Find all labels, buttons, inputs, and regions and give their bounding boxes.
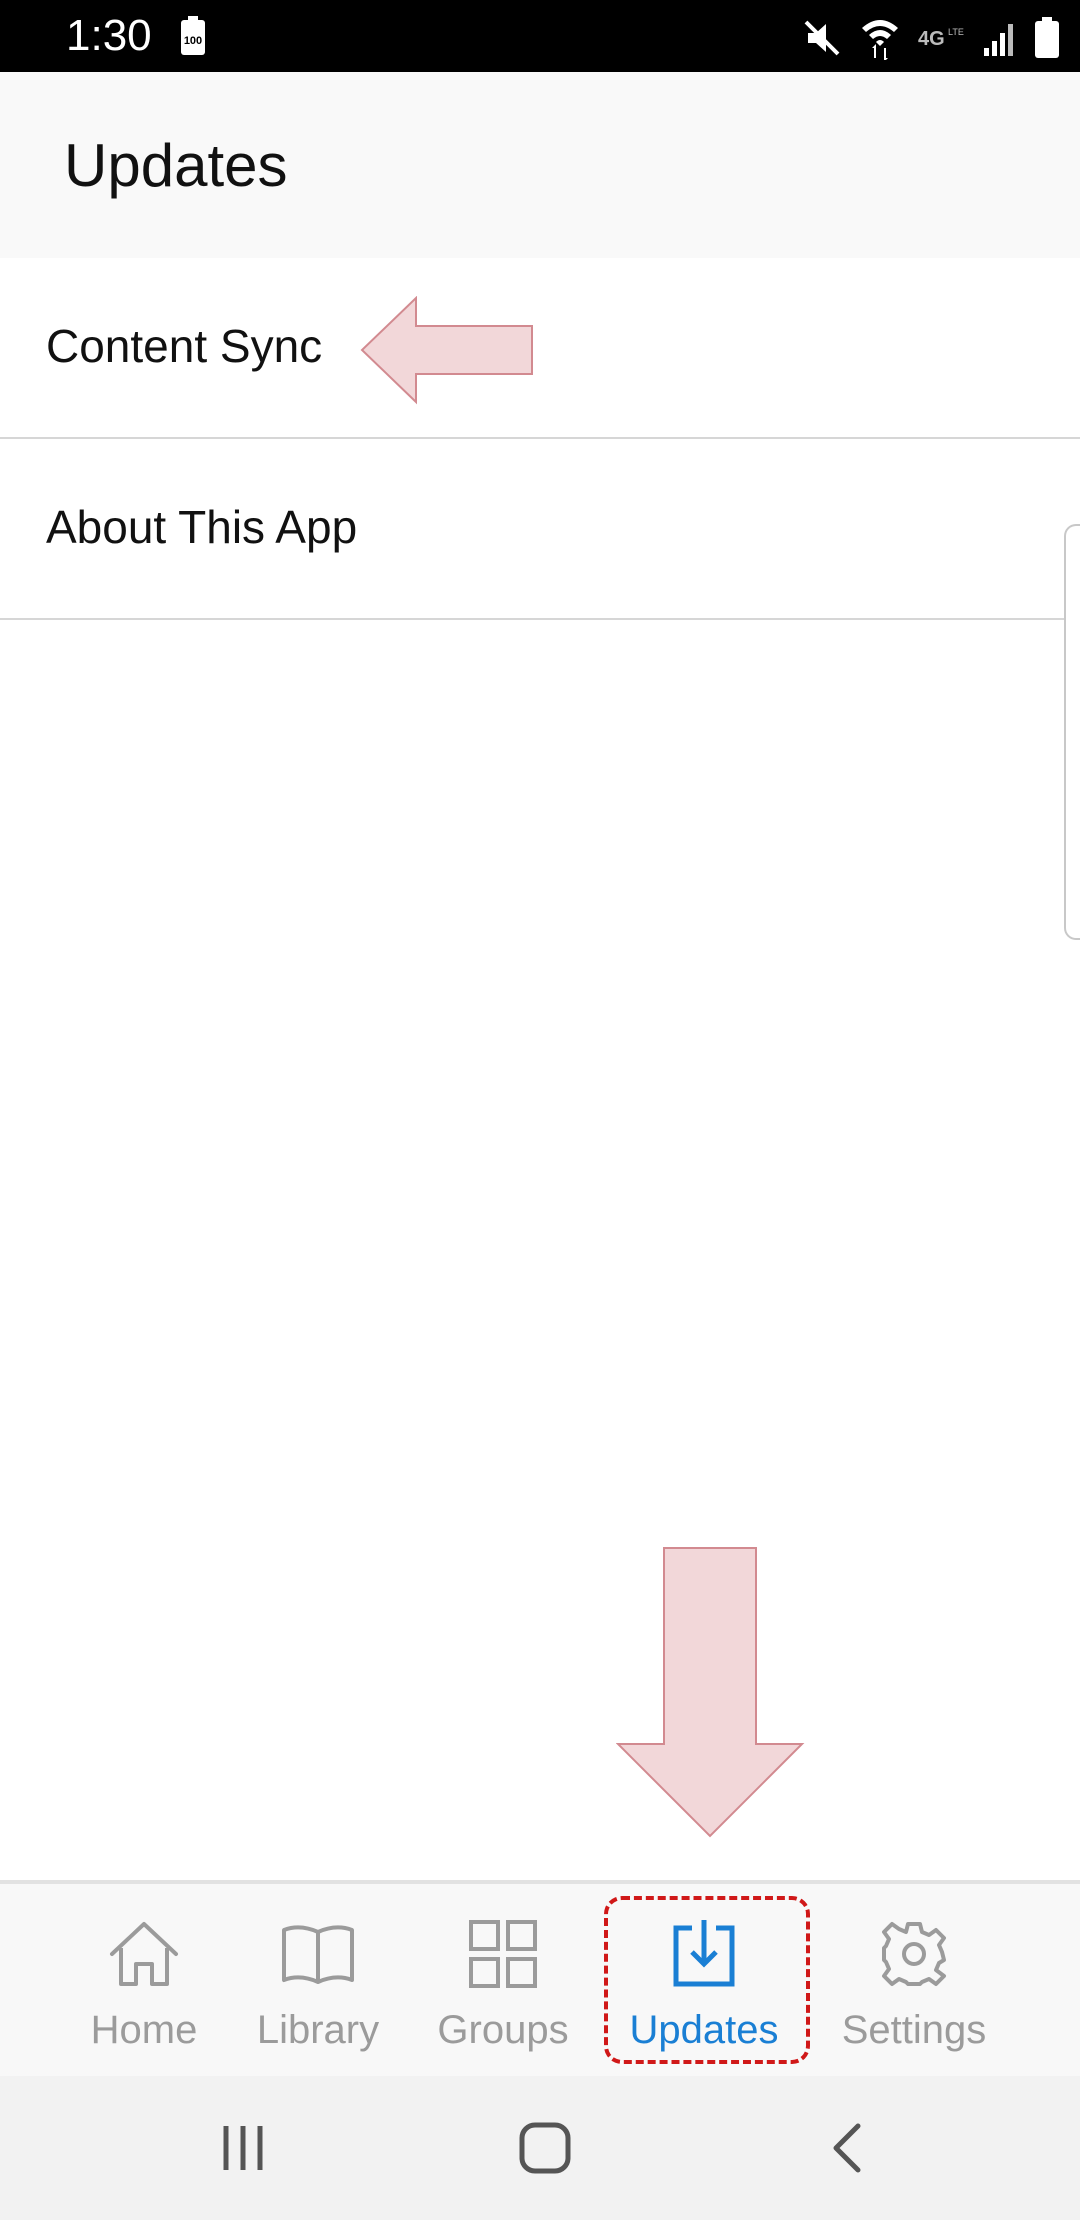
book-icon [282,1925,354,1984]
tab-label: Home [90,2008,198,2052]
list-item-label: About This App [46,501,358,553]
status-time: 1:30 [66,11,152,60]
tab-groups[interactable]: Groups [423,1884,583,2080]
mute-icon [804,20,840,56]
back-button[interactable] [778,2076,918,2220]
tab-updates[interactable]: Updates [624,1884,784,2080]
page-title: Updates [64,132,288,199]
recent-apps-button[interactable] [173,2076,313,2220]
4g-lte-icon: 4G LTE [918,27,964,50]
tab-settings[interactable]: Settings [834,1884,994,2080]
status-bar: 1:30 100 4G LTE [0,0,1080,72]
list-item-content-sync[interactable]: Content Sync [0,258,1080,439]
annotation-arrow-down [616,1547,805,1838]
battery-badge-text: 100 [184,35,202,47]
system-nav-bar [0,2076,1080,2220]
gear-icon [882,1922,946,1986]
svg-text:4G: 4G [918,28,945,50]
settings-list: Content Sync About This App [0,258,1080,620]
status-icons: 4G LTE [802,10,1060,66]
grid-icon [469,1920,537,1988]
back-icon [833,2123,861,2173]
list-item-about-this-app[interactable]: About This App [0,439,1080,620]
scrollbar-thumb[interactable] [1064,524,1080,940]
download-icon [673,1920,735,1987]
tab-label: Groups [437,2008,569,2052]
battery-saver-icon: 100 [181,16,205,55]
svg-text:LTE: LTE [948,27,964,37]
tab-library[interactable]: Library [238,1884,398,2080]
tab-label: Settings [841,2008,987,2052]
home-nav-button[interactable] [475,2076,615,2220]
signal-icon [984,24,1013,56]
recent-apps-icon [223,2126,263,2170]
battery-icon [1035,17,1059,58]
bottom-tab-bar: Home Library Groups Updates Settings [0,1880,1080,2080]
home-button-icon [519,2122,571,2174]
app-header: Updates [0,72,1080,259]
tab-home[interactable]: Home [64,1884,224,2080]
tab-label: Library [256,2008,380,2052]
wifi-icon [862,20,898,60]
home-icon [110,1922,178,1986]
list-item-label: Content Sync [46,320,323,372]
tab-label: Updates [629,2008,779,2052]
